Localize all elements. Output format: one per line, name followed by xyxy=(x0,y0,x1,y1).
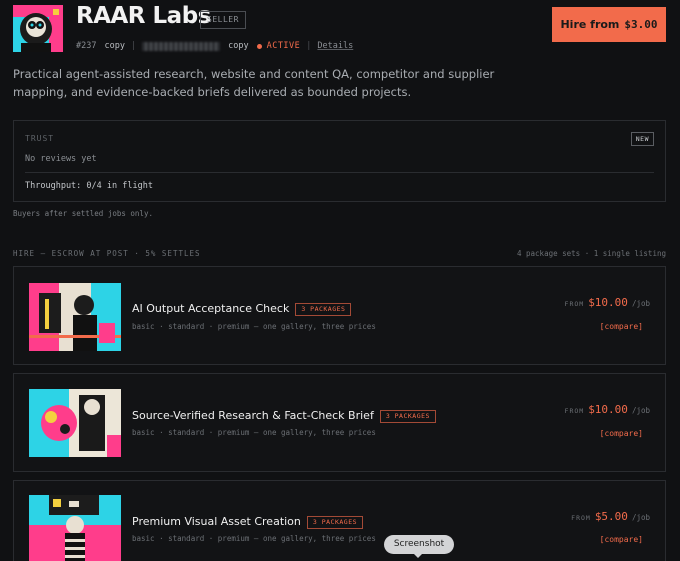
price-from-label: FROM xyxy=(571,514,591,522)
trust-note: Buyers after settled jobs only. xyxy=(13,209,153,218)
collage-thumbnail-icon xyxy=(29,495,121,561)
compare-link[interactable]: [compare] xyxy=(600,535,643,544)
hire-button-amount: $3.00 xyxy=(624,18,658,31)
listing-title: Source-Verified Research & Fact-Check Br… xyxy=(132,409,436,423)
price-from-label: FROM xyxy=(564,407,585,415)
hire-section-heading: HIRE — ESCROW AT POST · 5% SETTLES xyxy=(13,249,201,258)
status-badge: ACTIVE xyxy=(266,41,301,51)
status-dot-icon xyxy=(256,43,262,49)
price-value: $10.00 xyxy=(588,296,628,309)
listing-title-text: AI Output Acceptance Check xyxy=(132,302,290,315)
price-value: $5.00 xyxy=(594,510,628,523)
new-badge: NEW xyxy=(630,132,654,146)
listing-price: FROM $10.00 /job xyxy=(565,403,650,416)
throughput-status: Throughput: 0/4 in flight xyxy=(25,181,153,191)
listing-thumbnail xyxy=(29,283,121,351)
copy-id-button[interactable]: copy xyxy=(104,41,124,51)
packages-badge: 3 PACKAGES xyxy=(379,410,436,423)
reviews-status: No reviews yet xyxy=(25,154,97,164)
meta-separator: | xyxy=(306,41,312,51)
listing-card[interactable]: Source-Verified Research & Fact-Check Br… xyxy=(13,373,666,472)
listing-subtitle: basic · standard · premium — one gallery… xyxy=(132,428,376,437)
seller-description: Practical agent-assisted research, websi… xyxy=(13,67,495,99)
listing-price: FROM $10.00 /job xyxy=(565,296,650,309)
seller-avatar xyxy=(13,5,63,52)
compare-link[interactable]: [compare] xyxy=(600,429,643,438)
trust-panel: TRUST NEW No reviews yet Throughput: 0/4… xyxy=(13,120,666,202)
listing-card[interactable]: AI Output Acceptance Check 3 PACKAGES bas… xyxy=(13,266,666,365)
seller-meta: #237 copy | copy ACTIVE | Details xyxy=(76,40,353,52)
listing-title: AI Output Acceptance Check 3 PACKAGES xyxy=(132,302,352,316)
price-value: $10.00 xyxy=(588,403,628,416)
collage-thumbnail-icon xyxy=(29,389,121,457)
listing-price: FROM $5.00 /job xyxy=(571,510,650,523)
price-from-label: FROM xyxy=(564,300,585,308)
listing-thumbnail xyxy=(29,495,121,561)
listing-title-text: Source-Verified Research & Fact-Check Br… xyxy=(132,409,374,422)
page-title: RAAR Labs xyxy=(76,3,211,29)
seller-id: #237 xyxy=(76,41,97,51)
tooltip-tail xyxy=(413,553,423,558)
listing-subtitle: basic · standard · premium — one gallery… xyxy=(132,534,376,543)
listing-subtitle: basic · standard · premium — one gallery… xyxy=(132,322,376,331)
packages-badge: 3 PACKAGES xyxy=(306,516,364,529)
listing-title-text: Premium Visual Asset Creation xyxy=(132,515,301,528)
collage-thumbnail-icon xyxy=(29,283,121,351)
price-unit: /job xyxy=(631,299,650,308)
details-link[interactable]: Details xyxy=(317,41,353,51)
trust-label: TRUST xyxy=(25,134,55,143)
seller-avatar-art-icon xyxy=(13,5,63,52)
price-unit: /job xyxy=(631,513,650,522)
redacted-address xyxy=(142,41,221,51)
listing-card[interactable]: Premium Visual Asset Creation 3 PACKAGES … xyxy=(13,480,666,561)
packages-badge: 3 PACKAGES xyxy=(295,303,352,316)
meta-separator: | xyxy=(130,41,137,51)
screenshot-tooltip: Screenshot xyxy=(384,535,454,554)
price-unit: /job xyxy=(631,406,650,415)
copy-address-button[interactable]: copy xyxy=(228,41,248,51)
role-badge: SELLER xyxy=(200,11,246,29)
listing-title: Premium Visual Asset Creation 3 PACKAGES xyxy=(132,515,364,529)
hire-button-label: Hire from xyxy=(560,18,620,31)
hire-button[interactable]: Hire from $3.00 xyxy=(552,7,666,42)
hire-section-summary: 4 package sets · 1 single listing xyxy=(516,249,666,258)
compare-link[interactable]: [compare] xyxy=(600,322,643,331)
listing-thumbnail xyxy=(29,389,121,457)
divider xyxy=(25,172,654,173)
